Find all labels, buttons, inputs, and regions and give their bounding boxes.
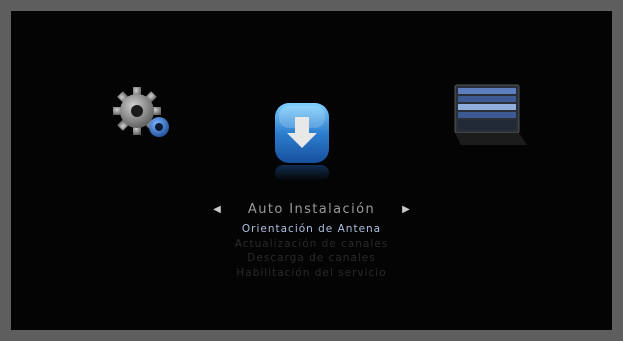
- settings-gear-icon[interactable]: [101, 81, 181, 153]
- menu-item-habilitacion-servicio[interactable]: Habilitación del servicio: [11, 266, 612, 281]
- menu-item-actualizacion-canales[interactable]: Actualización de canales: [11, 237, 612, 252]
- next-arrow-icon[interactable]: ▶: [402, 204, 410, 215]
- previous-arrow-icon[interactable]: ◀: [213, 204, 221, 215]
- download-arrow-icon[interactable]: [271, 101, 333, 183]
- menu-item-orientacion-antena[interactable]: Orientación de Antena: [11, 222, 612, 237]
- tv-guide-screen-icon[interactable]: [451, 81, 535, 151]
- menu-header: ◀ Auto Instalación ▶: [11, 199, 612, 219]
- menu-item-descarga-canales[interactable]: Descarga de canales: [11, 251, 612, 266]
- menu-list: Orientación de Antena Actualización de c…: [11, 222, 612, 280]
- menu-title: Auto Instalación: [247, 202, 376, 217]
- tv-menu-screen: ◀ Auto Instalación ▶ Orientación de Ante…: [11, 11, 612, 330]
